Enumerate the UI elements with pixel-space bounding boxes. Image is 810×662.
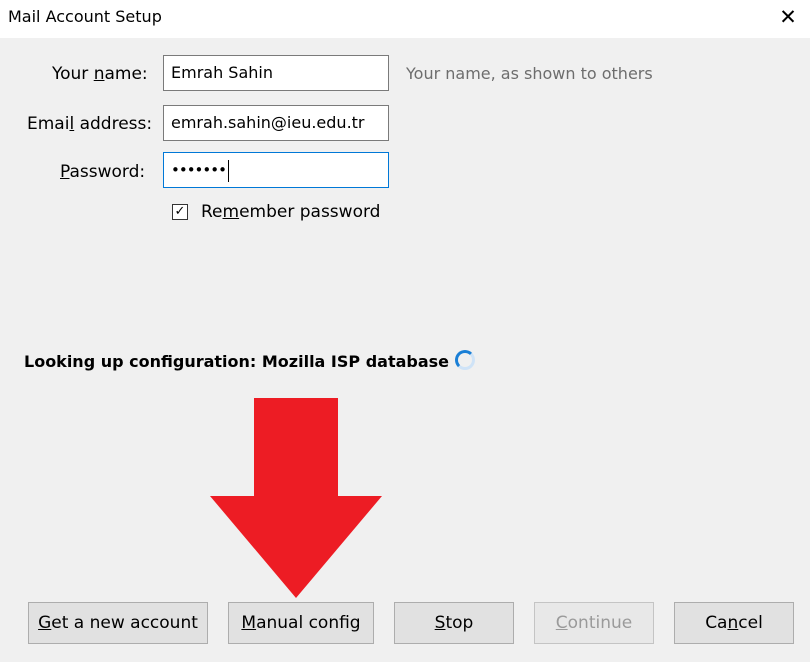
close-icon[interactable]: ✕ [776, 3, 800, 31]
email-label: Email address: [27, 114, 153, 134]
remember-password-label[interactable]: Remember password [201, 202, 380, 222]
password-label: Password: [60, 162, 146, 182]
name-hint: Your name, as shown to others [406, 64, 653, 83]
status-message: Looking up configuration: Mozilla ISP da… [24, 352, 450, 371]
loading-spinner-icon [455, 350, 475, 370]
text-caret [227, 159, 229, 182]
continue-button[interactable]: Continue [534, 602, 654, 644]
title-bar: Mail Account Setup ✕ [0, 0, 810, 38]
password-value: ••••••• [171, 161, 227, 179]
dialog-title: Mail Account Setup [8, 7, 162, 26]
get-new-account-button[interactable]: Get a new account [28, 602, 208, 644]
name-input[interactable]: Emrah Sahin [163, 55, 389, 91]
arrow-shape [210, 398, 382, 598]
red-arrow-annotation [210, 398, 382, 598]
name-label: Your name: [52, 64, 148, 84]
manual-config-button[interactable]: Manual config [228, 602, 374, 644]
stop-button[interactable]: Stop [394, 602, 514, 644]
email-input[interactable]: emrah.sahin@ieu.edu.tr [163, 105, 389, 141]
password-input[interactable]: ••••••• [163, 152, 389, 188]
remember-password-checkbox[interactable]: ✓ [172, 204, 188, 220]
cancel-button[interactable]: Cancel [674, 602, 794, 644]
